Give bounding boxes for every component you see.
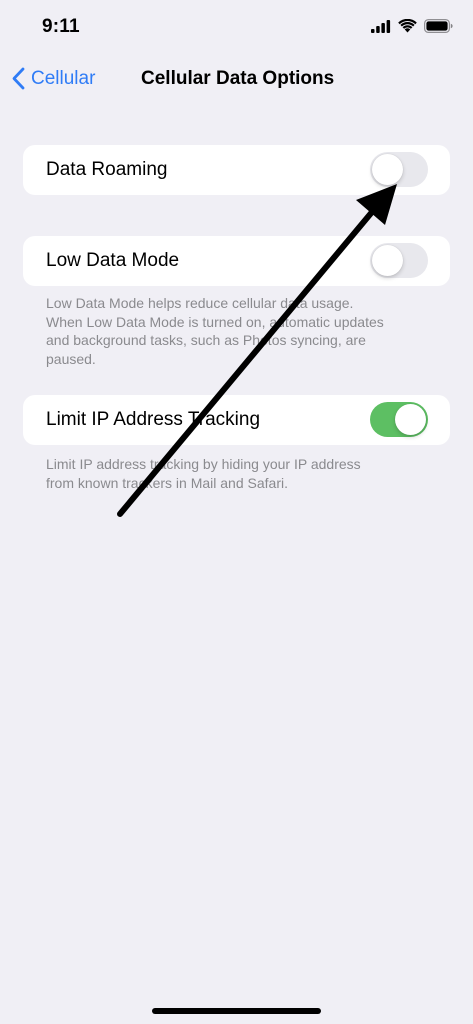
page-title: Cellular Data Options xyxy=(141,68,335,89)
low-data-mode-group: Low Data Mode xyxy=(23,236,450,286)
low-data-mode-row: Low Data Mode xyxy=(23,236,450,286)
low-data-mode-footer: Low Data Mode helps reduce cellular data… xyxy=(46,294,416,368)
footer-line: from known trackers in Mail and Safari. xyxy=(46,474,288,491)
status-time: 9:11 xyxy=(42,16,80,37)
data-roaming-label: Data Roaming xyxy=(46,159,168,180)
limit-ip-tracking-group: Limit IP Address Tracking xyxy=(23,395,450,445)
footer-line: Low Data Mode helps reduce cellular data… xyxy=(46,295,354,311)
wifi-icon xyxy=(398,19,417,33)
limit-ip-tracking-toggle[interactable] xyxy=(370,402,428,437)
status-bar: 9:11 xyxy=(0,0,473,56)
status-icons xyxy=(371,19,453,33)
toggle-knob xyxy=(372,245,403,276)
low-data-mode-toggle[interactable] xyxy=(370,243,428,278)
data-roaming-group: Data Roaming xyxy=(23,145,450,195)
limit-ip-tracking-label: Limit IP Address Tracking xyxy=(46,409,261,430)
back-button[interactable]: Cellular xyxy=(12,67,95,90)
chevron-left-icon xyxy=(12,67,25,90)
footer-line: When Low Data Mode is turned on, automat… xyxy=(46,313,384,330)
navigation-bar: Cellular Cellular Data Options xyxy=(0,56,473,104)
data-roaming-row: Data Roaming xyxy=(23,145,450,195)
footer-line: Limit IP address tracking by hiding your… xyxy=(46,456,361,472)
limit-ip-tracking-footer: Limit IP address tracking by hiding your… xyxy=(46,455,416,492)
limit-ip-tracking-row: Limit IP Address Tracking xyxy=(23,395,450,445)
signal-icon xyxy=(371,19,391,33)
low-data-mode-label: Low Data Mode xyxy=(46,250,180,271)
data-roaming-toggle[interactable] xyxy=(370,152,428,187)
battery-icon xyxy=(424,19,453,33)
toggle-knob xyxy=(372,154,403,185)
toggle-knob xyxy=(395,404,426,435)
home-indicator[interactable] xyxy=(152,1008,321,1014)
footer-line: and background tasks, such as Photos syn… xyxy=(46,332,366,348)
footer-line: paused. xyxy=(46,350,96,367)
back-button-label: Cellular xyxy=(31,67,96,89)
